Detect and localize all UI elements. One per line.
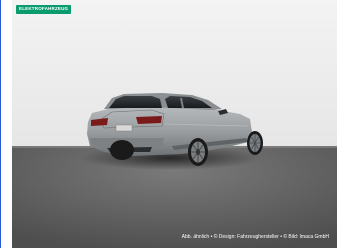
electric-vehicle-badge: ELEKTROFAHRZEUG — [16, 5, 72, 14]
image-copyright-caption: Abb. ähnlich • © Design: Fahrzeugherstel… — [181, 234, 329, 240]
front-left-wheel — [188, 138, 208, 166]
vehicle-photo — [12, 0, 337, 248]
vehicle-image-viewer[interactable]: Abb. ähnlich • © Design: Fahrzeugherstel… — [12, 0, 337, 248]
left-edge-accent — [0, 0, 1, 248]
front-right-wheel — [247, 131, 263, 155]
rear-wheel — [110, 140, 134, 160]
